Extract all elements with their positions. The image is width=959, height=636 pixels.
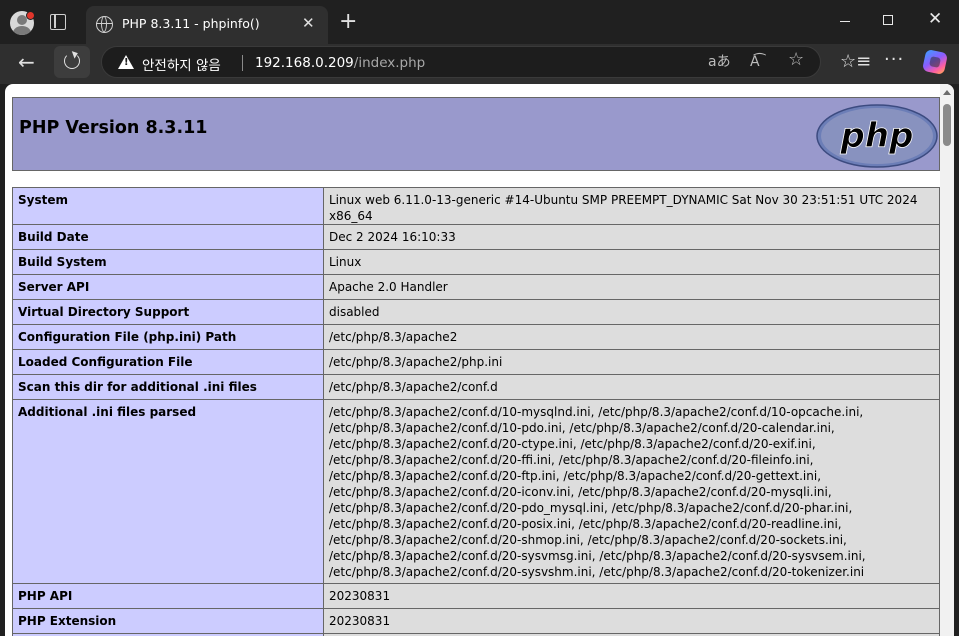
row-key: Build System (12, 249, 324, 275)
maximize-icon[interactable] (883, 15, 893, 25)
row-value: /etc/php/8.3/apache2/conf.d/10-mysqlnd.i… (323, 399, 940, 584)
row-key: PHP API (12, 583, 324, 609)
url-path: /index.php (353, 55, 426, 71)
table-row: Server API Apache 2.0 Handler (12, 274, 940, 300)
translate-icon[interactable]: aあ (708, 53, 731, 71)
row-key: Loaded Configuration File (12, 349, 324, 375)
row-value: Apache 2.0 Handler (323, 274, 940, 300)
read-aloud-icon[interactable]: A͡ (750, 53, 760, 71)
info-table: System Linux web 6.11.0-13-generic #14-Ub… (12, 187, 940, 636)
ini-file-line: /etc/php/8.3/apache2/conf.d/20-pdo_mysql… (329, 501, 853, 515)
ini-file-line: /etc/php/8.3/apache2/conf.d/20-ffi.ini, … (329, 453, 814, 467)
table-row: Loaded Configuration File/etc/php/8.3/ap… (12, 349, 940, 375)
table-row: Scan this dir for additional .ini files /… (12, 374, 940, 400)
phpinfo-content: PHP Version 8.3.11 php System Linux web 6… (12, 97, 940, 636)
row-value: 20230831 (323, 583, 940, 609)
reload-icon (64, 53, 80, 69)
row-value: Linux web 6.11.0-13-generic #14-Ubuntu S… (323, 187, 940, 225)
ini-file-list: /etc/php/8.3/apache2/conf.d/10-mysqlnd.i… (329, 404, 934, 580)
divider (242, 55, 243, 71)
row-key: Virtual Directory Support (12, 299, 324, 325)
tab-phpinfo[interactable]: PHP 8.3.11 - phpinfo() ✕ (86, 6, 328, 44)
scroll-up-icon[interactable] (943, 90, 951, 95)
table-row: Build Date Dec 2 2024 16:10:33 (12, 224, 940, 250)
url-text[interactable]: 192.168.0.209/index.php (255, 55, 425, 71)
php-logo: php (816, 104, 938, 168)
toolbar: ← 안전하지 않음 192.168.0.209/index.php aあ A͡ … (0, 44, 959, 84)
row-value: /etc/php/8.3/apache2/conf.d (323, 374, 940, 400)
tab-actions-icon[interactable] (50, 14, 66, 30)
url-host: 192.168.0.209 (255, 55, 354, 71)
row-key: Server API (12, 274, 324, 300)
tab-strip: PHP 8.3.11 - phpinfo() ✕ + ✕ (0, 0, 959, 44)
ini-file-line: /etc/php/8.3/apache2/conf.d/20-iconv.ini… (329, 485, 832, 499)
table-row: Configuration File (php.ini) Path/etc/ph… (12, 324, 940, 350)
window-close-icon[interactable]: ✕ (928, 10, 942, 28)
row-value: /etc/php/8.3/apache2/php.ini (323, 349, 940, 375)
row-key: PHP Extension (12, 608, 324, 634)
row-key: System (12, 187, 324, 225)
php-logo-text: php (840, 116, 914, 156)
php-version-header: PHP Version 8.3.11 php (12, 97, 940, 171)
ini-file-line: /etc/php/8.3/apache2/conf.d/20-ftp.ini, … (329, 469, 822, 483)
warning-icon[interactable] (118, 55, 134, 69)
row-key: Configuration File (php.ini) Path (12, 324, 324, 350)
table-row: Build System Linux (12, 249, 940, 275)
row-value: disabled (323, 299, 940, 325)
favorites-icon[interactable]: ☆≡ (840, 52, 871, 72)
address-bar[interactable]: 안전하지 않음 192.168.0.209/index.php aあ A͡ ☆ (101, 46, 821, 78)
row-value: Linux (323, 249, 940, 275)
ini-file-line: /etc/php/8.3/apache2/conf.d/20-posix.ini… (329, 517, 842, 531)
more-options-icon[interactable]: ··· (884, 50, 904, 70)
row-value: /etc/php/8.3/apache2 (323, 324, 940, 350)
tab-title: PHP 8.3.11 - phpinfo() (122, 16, 260, 31)
table-row: PHP API 20230831 (12, 583, 940, 609)
new-tab-icon[interactable]: + (339, 11, 357, 33)
browser-window: PHP 8.3.11 - phpinfo() ✕ + ✕ ← 안전하지 않음 1… (0, 0, 959, 636)
row-value: Dec 2 2024 16:10:33 (323, 224, 940, 250)
ini-file-line: /etc/php/8.3/apache2/conf.d/20-ctype.ini… (329, 437, 816, 451)
ini-file-line: /etc/php/8.3/apache2/conf.d/20-shmop.ini… (329, 533, 847, 547)
security-status[interactable]: 안전하지 않음 (142, 54, 221, 74)
page-title: PHP Version 8.3.11 (19, 118, 208, 138)
back-arrow-icon[interactable]: ← (18, 52, 35, 72)
minimize-icon[interactable] (840, 21, 850, 23)
row-key: Additional .ini files parsed (12, 399, 324, 584)
table-row: Virtual Directory Support disabled (12, 299, 940, 325)
favorite-star-icon[interactable]: ☆ (788, 51, 804, 69)
table-row: System Linux web 6.11.0-13-generic #14-Ub… (12, 187, 940, 225)
ini-file-line: /etc/php/8.3/apache2/conf.d/10-pdo.ini, … (329, 421, 835, 435)
scrollbar-thumb[interactable] (943, 104, 951, 146)
tab-close-icon[interactable]: ✕ (302, 13, 315, 33)
table-row: PHP Extension 20230831 (12, 608, 940, 634)
page-viewport: PHP Version 8.3.11 php System Linux web 6… (5, 84, 954, 636)
notification-dot-icon (26, 11, 35, 20)
row-value: 20230831 (323, 608, 940, 634)
ini-file-line: /etc/php/8.3/apache2/conf.d/10-mysqlnd.i… (329, 405, 864, 419)
ini-file-line: /etc/php/8.3/apache2/conf.d/20-sysvmsg.i… (329, 549, 866, 563)
reload-button[interactable] (54, 46, 90, 78)
copilot-icon[interactable] (921, 48, 949, 76)
row-key: Scan this dir for additional .ini files (12, 374, 324, 400)
vertical-scrollbar[interactable] (940, 84, 954, 636)
table-row: Additional .ini files parsed /etc/php/8.… (12, 399, 940, 584)
globe-icon (96, 16, 113, 33)
ini-file-line: /etc/php/8.3/apache2/conf.d/20-sysvshm.i… (329, 565, 865, 579)
row-key: Build Date (12, 224, 324, 250)
